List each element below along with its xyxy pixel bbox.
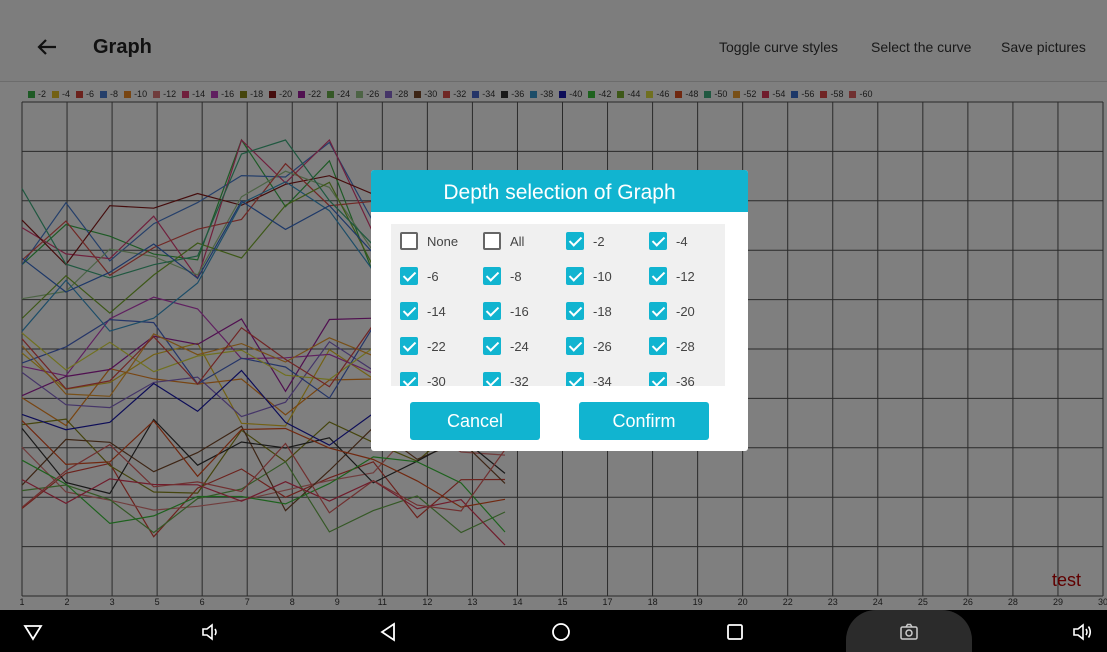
checkbox-unchecked-icon[interactable] xyxy=(483,232,501,250)
dialog-title: Depth selection of Graph xyxy=(371,170,748,212)
depth-checkbox[interactable]: -30 xyxy=(400,372,446,386)
depth-option-list[interactable]: None All -2 -4 -6 -8 -10 -12 -14 -16 -18 -20 -22 -24 -… xyxy=(391,224,725,386)
checkbox-label: -18 xyxy=(593,303,612,319)
checkbox-checked-icon[interactable] xyxy=(566,302,584,320)
checkbox-label: -28 xyxy=(676,338,695,354)
checkbox-checked-icon[interactable] xyxy=(649,232,667,250)
hide-nav-icon[interactable] xyxy=(22,621,44,643)
checkbox-label: -32 xyxy=(510,373,529,387)
checkbox-checked-icon[interactable] xyxy=(483,267,501,285)
confirm-button[interactable]: Confirm xyxy=(579,402,709,440)
checkbox-label: -4 xyxy=(676,233,688,249)
depth-checkbox[interactable]: -16 xyxy=(483,302,529,320)
depth-selection-dialog: Depth selection of Graph None All -2 -4 -6 -8… xyxy=(371,170,748,451)
depth-checkbox[interactable]: -12 xyxy=(649,267,695,285)
depth-checkbox[interactable]: -18 xyxy=(566,302,612,320)
checkbox-label: None xyxy=(427,233,459,249)
checkbox-checked-icon[interactable] xyxy=(400,302,418,320)
checkbox-checked-icon[interactable] xyxy=(483,372,501,386)
home-icon[interactable] xyxy=(550,621,572,643)
depth-checkbox[interactable]: None xyxy=(400,232,458,250)
depth-checkbox[interactable]: -36 xyxy=(649,372,695,386)
screenshot-icon[interactable] xyxy=(898,621,920,643)
checkbox-checked-icon[interactable] xyxy=(566,372,584,386)
depth-checkbox[interactable]: -28 xyxy=(649,337,695,355)
recent-apps-icon[interactable] xyxy=(724,621,746,643)
checkbox-checked-icon[interactable] xyxy=(566,232,584,250)
back-icon[interactable] xyxy=(377,621,399,643)
checkbox-label: -34 xyxy=(593,373,612,387)
depth-checkbox[interactable]: -26 xyxy=(566,337,612,355)
checkbox-checked-icon[interactable] xyxy=(649,372,667,386)
checkbox-checked-icon[interactable] xyxy=(649,337,667,355)
volume-up-icon[interactable] xyxy=(1071,621,1093,643)
depth-checkbox[interactable]: -10 xyxy=(566,267,612,285)
volume-down-icon[interactable] xyxy=(199,621,221,643)
cancel-button[interactable]: Cancel xyxy=(410,402,540,440)
checkbox-label: All xyxy=(510,233,525,249)
checkbox-checked-icon[interactable] xyxy=(649,302,667,320)
system-nav-bar xyxy=(0,610,1107,652)
checkbox-label: -8 xyxy=(510,268,522,284)
checkbox-checked-icon[interactable] xyxy=(483,302,501,320)
checkbox-label: -16 xyxy=(510,303,529,319)
checkbox-label: -30 xyxy=(427,373,446,387)
checkbox-checked-icon[interactable] xyxy=(400,372,418,386)
checkbox-label: -12 xyxy=(676,268,695,284)
checkbox-checked-icon[interactable] xyxy=(649,267,667,285)
checkbox-label: -26 xyxy=(593,338,612,354)
depth-checkbox[interactable]: -20 xyxy=(649,302,695,320)
depth-checkbox[interactable]: -8 xyxy=(483,267,522,285)
depth-checkbox[interactable]: -24 xyxy=(483,337,529,355)
checkbox-label: -2 xyxy=(593,233,605,249)
checkbox-label: -24 xyxy=(510,338,529,354)
checkbox-checked-icon[interactable] xyxy=(483,337,501,355)
checkbox-label: -10 xyxy=(593,268,612,284)
depth-checkbox[interactable]: -34 xyxy=(566,372,612,386)
depth-checkbox[interactable]: -22 xyxy=(400,337,446,355)
depth-checkbox[interactable]: -14 xyxy=(400,302,446,320)
checkbox-label: -20 xyxy=(676,303,695,319)
checkbox-label: -6 xyxy=(427,268,439,284)
checkbox-checked-icon[interactable] xyxy=(566,267,584,285)
checkbox-checked-icon[interactable] xyxy=(566,337,584,355)
depth-checkbox[interactable]: -2 xyxy=(566,232,605,250)
checkbox-unchecked-icon[interactable] xyxy=(400,232,418,250)
checkbox-label: -36 xyxy=(676,373,695,387)
depth-checkbox[interactable]: -32 xyxy=(483,372,529,386)
checkbox-label: -22 xyxy=(427,338,446,354)
depth-checkbox[interactable]: -4 xyxy=(649,232,688,250)
checkbox-label: -14 xyxy=(427,303,446,319)
checkbox-checked-icon[interactable] xyxy=(400,337,418,355)
depth-checkbox[interactable]: -6 xyxy=(400,267,439,285)
checkbox-checked-icon[interactable] xyxy=(400,267,418,285)
depth-checkbox[interactable]: All xyxy=(483,232,524,250)
